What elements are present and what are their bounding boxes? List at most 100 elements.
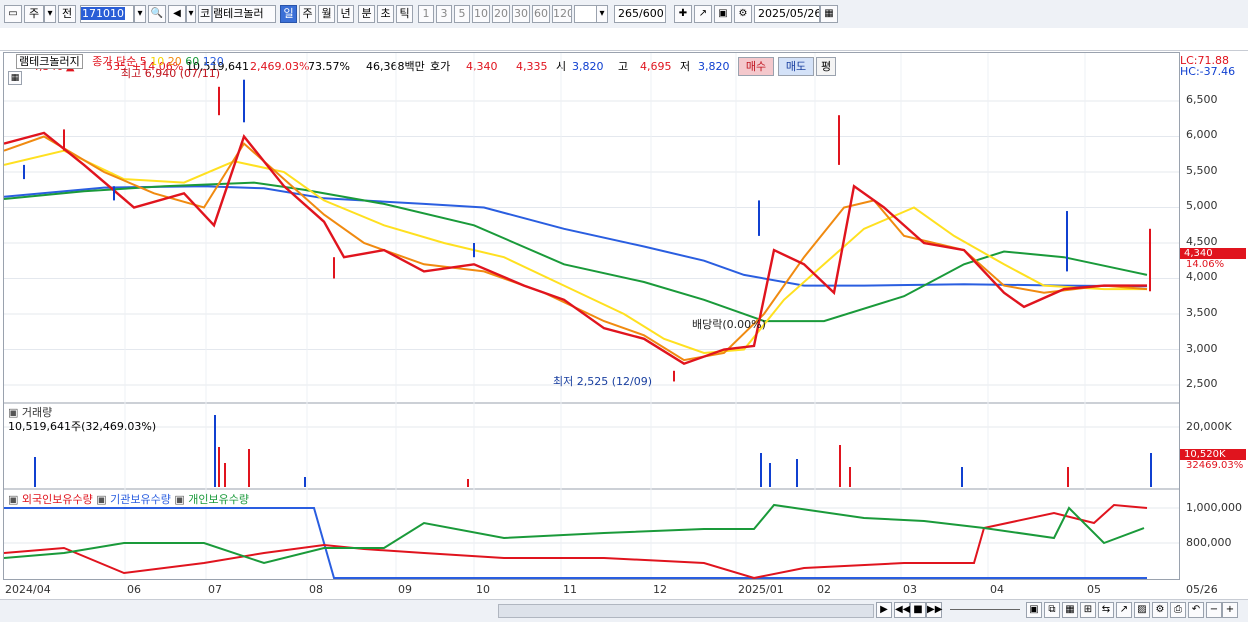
draw-tool-icon[interactable]: ↗ bbox=[694, 5, 712, 23]
market-select[interactable]: 주 bbox=[24, 5, 44, 23]
y-tick-3500: 3,500 bbox=[1186, 306, 1218, 319]
volume-bar bbox=[218, 447, 220, 487]
rewind-icon[interactable]: ◀◀ bbox=[894, 602, 910, 618]
stock-name: 램테크놀러 bbox=[212, 5, 276, 23]
grid-icon[interactable]: ▦ bbox=[1062, 602, 1078, 618]
gear-icon[interactable]: ⚙ bbox=[734, 5, 752, 23]
volume-bar bbox=[248, 449, 250, 487]
x-label-10: 10 bbox=[476, 583, 490, 596]
compare-icon[interactable]: ⇆ bbox=[1098, 602, 1114, 618]
x-label-09: 09 bbox=[398, 583, 412, 596]
dividend-annotation: 배당락(0.00%) bbox=[692, 318, 766, 331]
horizontal-scrollbar[interactable] bbox=[498, 604, 874, 618]
scroll-right-icon[interactable]: ▶ bbox=[876, 602, 892, 618]
zoom-out-icon[interactable]: − bbox=[1206, 602, 1222, 618]
institution-holding-label: 기관보유수량 bbox=[110, 493, 171, 506]
interval-60[interactable]: 60 bbox=[532, 5, 550, 23]
stock-name-label: 램테크놀러지 bbox=[16, 54, 83, 69]
print-icon[interactable]: ⎙ bbox=[1170, 602, 1186, 618]
period-year[interactable]: 년 bbox=[337, 5, 354, 23]
period-month[interactable]: 월 bbox=[318, 5, 335, 23]
volume-bar bbox=[769, 463, 771, 487]
stock-code-input[interactable]: 171010 bbox=[80, 5, 134, 23]
speaker-icon[interactable]: ◀ bbox=[168, 5, 186, 23]
copy-icon[interactable]: ⧉ bbox=[1044, 602, 1060, 618]
stop-icon[interactable]: ■ bbox=[910, 602, 926, 618]
holding-tick-1000000: 1,000,000 bbox=[1186, 501, 1242, 514]
volume-bar bbox=[760, 453, 762, 487]
interval-dropdown-icon[interactable]: ▾ bbox=[596, 5, 608, 23]
x-label-06: 06 bbox=[127, 583, 141, 596]
x-label-05-26: 05/26 bbox=[1186, 583, 1218, 596]
volume-bar bbox=[849, 467, 851, 487]
market-badge: 코 bbox=[198, 5, 212, 23]
interval-20[interactable]: 20 bbox=[492, 5, 510, 23]
volume-bar bbox=[796, 459, 798, 487]
x-label-12: 12 bbox=[653, 583, 667, 596]
ma60-line bbox=[4, 181, 1148, 323]
volume-last-tag: 10,520K bbox=[1180, 449, 1246, 460]
hc-label: HC:-37.46 bbox=[1180, 65, 1236, 78]
interval-5[interactable]: 5 bbox=[454, 5, 470, 23]
date-input[interactable]: 2025/05/26 bbox=[754, 5, 820, 23]
save-icon[interactable]: ▣ bbox=[714, 5, 732, 23]
y-tick-5000: 5,000 bbox=[1186, 199, 1218, 212]
x-label-02: 02 bbox=[817, 583, 831, 596]
foreign-holding-label: 외국인보유수량 bbox=[21, 493, 93, 506]
code-dropdown-icon[interactable]: ▾ bbox=[134, 5, 146, 23]
volume-bar bbox=[467, 479, 469, 487]
x-label-2024-04: 2024/04 bbox=[5, 583, 51, 596]
undo-icon[interactable]: ↶ bbox=[1188, 602, 1204, 618]
interval-10[interactable]: 10 bbox=[472, 5, 490, 23]
x-axis: 2024/04 06 07 08 09 10 11 12 2025/01 02 … bbox=[3, 580, 1248, 598]
period-minute[interactable]: 분 bbox=[358, 5, 375, 23]
y-tick-6000: 6,000 bbox=[1186, 128, 1218, 141]
prev-button[interactable]: 전 bbox=[58, 5, 76, 23]
fast-forward-icon[interactable]: ▶▶ bbox=[926, 602, 942, 618]
ma20-line bbox=[4, 149, 1147, 355]
low-annotation: 최저 2,525 (12/09) bbox=[553, 375, 653, 388]
speaker-dropdown-icon[interactable]: ▾ bbox=[186, 5, 196, 23]
foreign-holding-line bbox=[4, 503, 1148, 579]
x-label-07: 07 bbox=[208, 583, 222, 596]
ma120-line bbox=[4, 185, 1148, 288]
search-icon[interactable]: 🔍 bbox=[148, 5, 166, 23]
crosshair-icon[interactable]: ✚ bbox=[674, 5, 692, 23]
volume-bar bbox=[224, 463, 226, 487]
volume-value: 10,519,641주(32,469.03%) bbox=[8, 420, 157, 433]
market-dropdown-icon[interactable]: ▾ bbox=[44, 5, 56, 23]
settings-icon[interactable]: ⚙ bbox=[1152, 602, 1168, 618]
window-icon[interactable]: ▭ bbox=[4, 5, 22, 23]
bottom-toolbar: ▶ ◀◀ ■ ▶▶ ▣ ⧉ ▦ ⊞ ⇆ ↗ ▨ ⚙ ⎙ ↶ − + bbox=[0, 599, 1248, 622]
layout-icon[interactable]: ▣ bbox=[1026, 602, 1042, 618]
period-second[interactable]: 초 bbox=[377, 5, 394, 23]
x-label-03: 03 bbox=[903, 583, 917, 596]
quote-bar: 4,340 ▲ 535 +14.06% 10,519,641 2,469.03%… bbox=[0, 28, 1248, 76]
period-tick[interactable]: 틱 bbox=[396, 5, 413, 23]
individual-holding-line bbox=[4, 503, 1145, 565]
right-axis: LC:71.88 HC:-37.46 6,500 6,000 5,500 5,0… bbox=[1180, 52, 1248, 580]
y-tick-5500: 5,500 bbox=[1186, 164, 1218, 177]
volume-bar bbox=[214, 415, 216, 487]
zoom-slider[interactable] bbox=[950, 609, 1020, 610]
image-icon[interactable]: ▨ bbox=[1134, 602, 1150, 618]
draw-icon[interactable]: ↗ bbox=[1116, 602, 1132, 618]
calendar-icon[interactable]: ▦ bbox=[820, 5, 838, 23]
interval-120[interactable]: 120 bbox=[552, 5, 572, 23]
last-price-pct: 14.06% bbox=[1186, 259, 1225, 270]
period-day[interactable]: 일 bbox=[280, 5, 297, 23]
volume-last-pct: 32469.03% bbox=[1186, 460, 1244, 471]
interval-30[interactable]: 30 bbox=[512, 5, 530, 23]
x-label-08: 08 bbox=[309, 583, 323, 596]
split-icon[interactable]: ⊞ bbox=[1080, 602, 1096, 618]
interval-1[interactable]: 1 bbox=[418, 5, 434, 23]
holding-tick-800000: 800,000 bbox=[1186, 536, 1232, 549]
count-input[interactable]: 265/600 bbox=[614, 5, 666, 23]
interval-3[interactable]: 3 bbox=[436, 5, 452, 23]
calculator-icon[interactable]: ▦ bbox=[8, 71, 22, 85]
volume-tick-20000k: 20,000K bbox=[1186, 420, 1232, 433]
zoom-in-icon[interactable]: + bbox=[1222, 602, 1238, 618]
volume-bar bbox=[1150, 453, 1152, 487]
period-week[interactable]: 주 bbox=[299, 5, 316, 23]
x-label-04: 04 bbox=[990, 583, 1004, 596]
